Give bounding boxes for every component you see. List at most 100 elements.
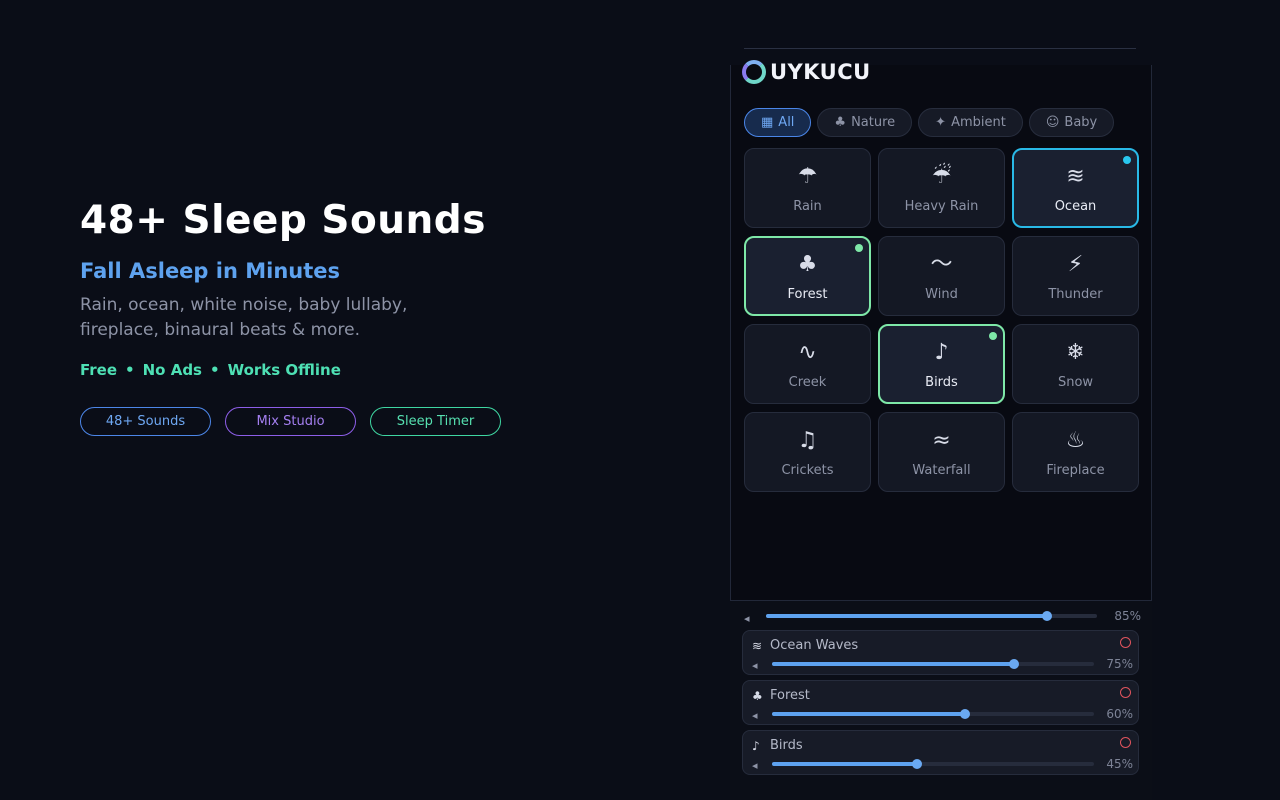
sound-tile-label: Birds — [925, 374, 958, 390]
waterfall-icon: ≈ — [932, 427, 951, 453]
mix-track-forest: ♣ Forest ◂ 60% — [742, 680, 1139, 725]
category-tab-label: Baby — [1064, 115, 1098, 130]
sparkle-icon: ✦ — [935, 115, 947, 130]
baby-icon: ☺ — [1045, 115, 1060, 130]
category-tab-label: All — [778, 115, 795, 130]
mix-track-name: Forest — [770, 688, 810, 703]
track-volume-knob[interactable] — [1008, 659, 1019, 669]
track-volume-knob[interactable] — [960, 709, 971, 719]
category-tab-ambient[interactable]: ✦ Ambient — [918, 108, 1023, 137]
pill-mix-studio: Mix Studio — [225, 407, 356, 436]
app-header: UYKUCU — [742, 60, 871, 84]
track-volume-value: 60% — [1106, 707, 1133, 721]
page: 48+ Sleep Sounds Fall Asleep in Minutes … — [0, 0, 1280, 800]
track-volume-value: 75% — [1106, 657, 1133, 671]
sound-tile-label: Fireplace — [1046, 462, 1105, 478]
category-tab-nature[interactable]: ♣ Nature — [817, 108, 913, 137]
track-volume-slider[interactable] — [772, 759, 1094, 769]
fire-icon: ♨ — [1065, 427, 1086, 453]
sound-tile-wind[interactable]: 〜 Wind — [878, 236, 1005, 316]
speaker-icon: ◂ — [752, 759, 758, 772]
pill-sleep-timer: Sleep Timer — [370, 407, 501, 436]
sound-tile-snow[interactable]: ❄ Snow — [1012, 324, 1139, 404]
wave-icon: ≋ — [1066, 163, 1085, 189]
hero-description: Rain, ocean, white noise, baby lullaby, … — [80, 295, 408, 340]
cricket-icon: ♫ — [797, 427, 818, 453]
feature-separator: • — [125, 361, 135, 379]
sound-tile-label: Thunder — [1048, 286, 1103, 302]
track-volume-fill — [772, 762, 917, 766]
sound-tile-label: Rain — [793, 198, 822, 214]
wave-icon: ≋ — [752, 639, 763, 653]
leaf-icon: ♣ — [834, 115, 847, 130]
track-volume-slider[interactable] — [772, 659, 1094, 669]
grid-icon: ▦ — [761, 115, 774, 130]
sound-tile-label: Crickets — [781, 462, 834, 478]
track-volume-fill — [772, 662, 1014, 666]
sound-tile-ocean[interactable]: ≋ Ocean — [1012, 148, 1139, 228]
speaker-icon: ◂ — [752, 659, 758, 672]
mix-track-name: Birds — [770, 738, 803, 753]
sound-tile-birds[interactable]: ♪ Birds — [878, 324, 1005, 404]
tree-icon: ♣ — [797, 251, 818, 277]
hero-subtitle: Fall Asleep in Minutes — [80, 259, 341, 283]
sound-tile-heavy-rain[interactable]: ☔ Heavy Rain — [878, 148, 1005, 228]
master-volume-slider[interactable] — [766, 611, 1097, 621]
sound-tile-thunder[interactable]: ⚡ Thunder — [1012, 236, 1139, 316]
speaker-icon: ◂ — [752, 709, 758, 722]
pill-sounds: 48+ Sounds — [80, 407, 211, 436]
feature-offline: Works Offline — [227, 361, 341, 379]
remove-track-button[interactable] — [1120, 737, 1131, 748]
category-tab-label: Nature — [851, 115, 896, 130]
hero-title: 48+ Sleep Sounds — [80, 198, 486, 243]
bird-icon: ♪ — [934, 339, 949, 365]
active-indicator — [1123, 156, 1131, 164]
sound-grid: ☂ Rain ☔ Heavy Rain ≋ Ocean ♣ Forest 〜 Wind ⚡ Thund… — [744, 148, 1139, 492]
wind-icon: 〜 — [930, 251, 953, 277]
feature-separator: • — [209, 361, 220, 379]
sound-tile-label: Creek — [788, 374, 827, 390]
track-volume-fill — [772, 712, 966, 716]
category-tab-baby[interactable]: ☺ Baby — [1028, 108, 1115, 137]
status-divider — [744, 48, 1136, 49]
speaker-icon: ◂ — [744, 612, 750, 625]
sound-tile-label: Ocean — [1054, 198, 1097, 214]
active-indicator — [989, 332, 997, 340]
remove-track-button[interactable] — [1120, 687, 1131, 698]
hero-section: 48+ Sleep Sounds Fall Asleep in Minutes … — [80, 198, 640, 436]
feature-free: Free — [80, 361, 118, 379]
category-tabs: ▦ All ♣ Nature ✦ Ambient ☺ Baby — [744, 108, 1115, 137]
sound-tile-waterfall[interactable]: ≈ Waterfall — [878, 412, 1005, 492]
mix-track-birds: ♪ Birds ◂ 45% — [742, 730, 1139, 775]
active-indicator — [855, 244, 863, 252]
sound-tile-label: Waterfall — [912, 462, 971, 478]
tree-icon: ♣ — [752, 689, 763, 703]
track-volume-value: 45% — [1106, 757, 1133, 771]
remove-track-button[interactable] — [1120, 637, 1131, 648]
sound-tile-label: Snow — [1057, 374, 1094, 390]
sound-tile-label: Forest — [787, 286, 828, 302]
logo-ring-icon — [742, 60, 766, 84]
master-volume-knob[interactable] — [1042, 611, 1053, 621]
heavy-rain-icon: ☔ — [931, 163, 952, 189]
master-volume-value: 85% — [1114, 609, 1141, 623]
feature-no-ads: No Ads — [142, 361, 202, 379]
category-tab-all[interactable]: ▦ All — [744, 108, 812, 137]
feature-pills: 48+ Sounds Mix Studio Sleep Timer — [80, 407, 640, 436]
track-volume-slider[interactable] — [772, 709, 1094, 719]
master-volume-fill — [766, 614, 1048, 618]
mix-track-ocean-waves: ≋ Ocean Waves ◂ 75% — [742, 630, 1139, 675]
rain-icon: ☂ — [797, 163, 818, 189]
sound-tile-crickets[interactable]: ♫ Crickets — [744, 412, 871, 492]
track-volume-knob[interactable] — [911, 759, 922, 769]
sound-tile-creek[interactable]: ∿ Creek — [744, 324, 871, 404]
app-brand-name: UYKUCU — [770, 60, 871, 84]
snowflake-icon: ❄ — [1066, 339, 1085, 365]
lightning-icon: ⚡ — [1067, 251, 1084, 277]
sound-tile-rain[interactable]: ☂ Rain — [744, 148, 871, 228]
sound-tile-forest[interactable]: ♣ Forest — [744, 236, 871, 316]
sound-tile-fireplace[interactable]: ♨ Fireplace — [1012, 412, 1139, 492]
bird-icon: ♪ — [752, 739, 760, 753]
sound-tile-label: Heavy Rain — [904, 198, 979, 214]
feature-list: Free • No Ads • Works Offline — [80, 361, 640, 379]
